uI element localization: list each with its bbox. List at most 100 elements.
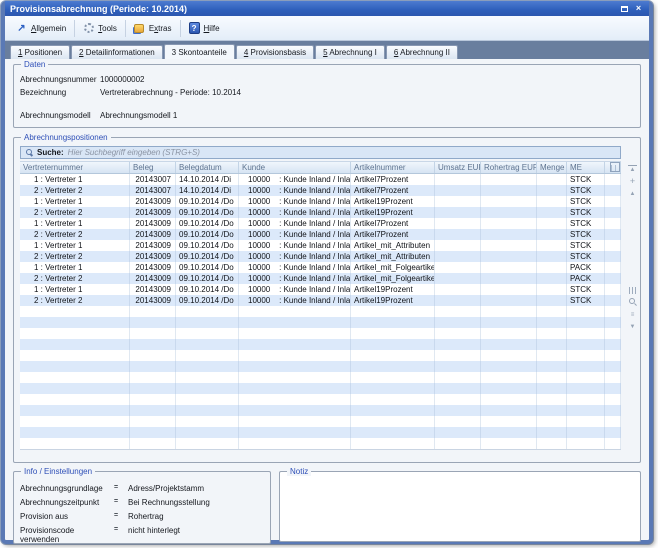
toolbar-button-icon (189, 23, 200, 34)
table-row[interactable]: 2 : Vertreter 2 20143009 09.10.2014 /Do … (20, 229, 621, 240)
positionen-group: Abrechnungspositionen Suche: Vertreternu… (13, 137, 641, 463)
table-row[interactable] (20, 339, 621, 350)
info-row: Abrechnungszeitpunkt = Bei Rechnungsstel… (20, 498, 264, 507)
tab[interactable]: 2 Detailinformationen (71, 45, 163, 59)
table-row[interactable] (20, 383, 621, 394)
info-label: Abrechnungszeitpunkt (20, 498, 114, 507)
main-toolbar: Allgemein Tools Extras Hilfe (5, 16, 649, 41)
table-row[interactable] (20, 405, 621, 416)
column-header[interactable]: ME (567, 162, 605, 173)
table-row[interactable] (20, 372, 621, 383)
restore-button[interactable] (619, 4, 630, 14)
table-row[interactable]: 2 : Vertreter 2 20143009 09.10.2014 /Do … (20, 207, 621, 218)
column-header[interactable]: Menge (537, 162, 567, 173)
table-row[interactable] (20, 394, 621, 405)
table-row[interactable]: 1 : Vertreter 1 20143009 09.10.2014 /Do … (20, 240, 621, 251)
table-header-row: VertreternummerBelegBelegdatumKundeArtik… (20, 161, 621, 174)
abrechnungsnummer-value: 1000000002 (100, 75, 145, 84)
toolbar-button[interactable]: Extras (125, 20, 180, 37)
table-row[interactable] (20, 361, 621, 372)
table-row[interactable] (20, 427, 621, 438)
tab[interactable]: 3 Skontoanteile (164, 44, 235, 59)
info-value: Adress/Projektstamm (128, 484, 264, 493)
tab[interactable]: 4 Provisionsbasis (236, 45, 314, 59)
table-row[interactable]: 2 : Vertreter 2 20143007 14.10.2014 /Di … (20, 185, 621, 196)
field-abrechnungsmodell: Abrechnungsmodell Abrechnungsmodell 1 (20, 111, 634, 120)
daten-group: Daten Abrechnungsnummer 1000000002 Bezei… (13, 64, 641, 128)
info-value: Rohertrag (128, 512, 264, 521)
restore-icon (621, 6, 628, 12)
toolbar-button-label: Tools (98, 24, 117, 33)
info-label: Provision aus (20, 512, 114, 521)
info-value: nicht hinterlegt (128, 526, 264, 544)
equals-sign: = (114, 512, 128, 521)
toolbar-button[interactable]: Hilfe (180, 20, 228, 37)
table-row[interactable]: 2 : Vertreter 2 20143009 09.10.2014 /Do … (20, 251, 621, 262)
table-row[interactable]: 1 : Vertreter 1 20143007 14.10.2014 /Di … (20, 174, 621, 185)
filter-icon[interactable]: ▼ (628, 322, 637, 331)
table-row[interactable] (20, 328, 621, 339)
info-row: Abrechnungsgrundlage = Adress/Projektsta… (20, 484, 264, 493)
search-input[interactable] (68, 148, 616, 157)
column-chooser-icon[interactable] (610, 162, 620, 172)
column-header[interactable]: Artikelnummer (351, 162, 435, 173)
scroll-up-icon[interactable]: ▲ (628, 189, 637, 198)
window-title: Provisionsabrechnung (Periode: 10.2014) (10, 4, 187, 14)
column-header[interactable]: Belegdatum (176, 162, 239, 173)
bezeichnung-value: Vertreterabrechnung - Periode: 10.2014 (100, 88, 241, 97)
toolbar-button[interactable]: Tools (74, 20, 125, 37)
notiz-input[interactable] (280, 472, 640, 541)
info-label: Provisionscode verwenden (20, 526, 114, 544)
tab[interactable]: 6 Abrechnung II (386, 45, 458, 59)
expand-icon[interactable]: + (628, 177, 637, 186)
sort-list-icon[interactable]: ≡ (628, 310, 637, 319)
info-label: Abrechnungsgrundlage (20, 484, 114, 493)
search-label: Suche: (37, 148, 64, 157)
info-value: Bei Rechnungsstellung (128, 498, 264, 507)
table-row[interactable]: 1 : Vertreter 1 20143009 09.10.2014 /Do … (20, 196, 621, 207)
table-row[interactable] (20, 416, 621, 427)
content-area: Daten Abrechnungsnummer 1000000002 Bezei… (5, 59, 649, 544)
tab-strip: 1 Positionen 2 Detailinformationen 3 Sko… (5, 41, 649, 59)
table-row[interactable] (20, 350, 621, 361)
table-row[interactable]: 2 : Vertreter 2 20143009 09.10.2014 /Do … (20, 295, 621, 306)
columns-view-icon[interactable] (628, 286, 637, 295)
table-side-controls: ▲ + ▲ ≡ ▼ (627, 165, 638, 334)
table-row[interactable] (20, 438, 621, 449)
column-header[interactable]: Beleg (130, 162, 176, 173)
info-rows: Abrechnungsgrundlage = Adress/Projektsta… (20, 484, 264, 544)
app-window: Provisionsabrechnung (Periode: 10.2014) … (1, 1, 653, 544)
info-legend: Info / Einstellungen (21, 467, 95, 476)
scroll-to-top-icon[interactable]: ▲ (628, 165, 637, 174)
table-row[interactable]: 1 : Vertreter 1 20143009 09.10.2014 /Do … (20, 262, 621, 273)
notiz-legend: Notiz (287, 467, 311, 476)
column-header[interactable]: Vertreternummer (20, 162, 130, 173)
toolbar-button-icon (16, 23, 27, 34)
column-header[interactable]: Rohertrag EUR (481, 162, 537, 173)
table-body: 1 : Vertreter 1 20143007 14.10.2014 /Di … (20, 174, 621, 449)
table-row[interactable] (20, 317, 621, 328)
search-icon (25, 149, 33, 157)
bottom-section: Info / Einstellungen Abrechnungsgrundlag… (13, 471, 641, 544)
field-abrechnungsnummer: Abrechnungsnummer 1000000002 (20, 75, 634, 84)
tab[interactable]: 1 Positionen (10, 45, 70, 59)
title-bar[interactable]: Provisionsabrechnung (Periode: 10.2014) … (5, 1, 649, 16)
table-row[interactable]: 1 : Vertreter 1 20143009 09.10.2014 /Do … (20, 284, 621, 295)
info-row: Provision aus = Rohertrag (20, 512, 264, 521)
toolbar-button-icon (83, 23, 94, 34)
table-row[interactable]: 2 : Vertreter 2 20143009 09.10.2014 /Do … (20, 273, 621, 284)
column-header[interactable]: Umsatz EUR (435, 162, 481, 173)
daten-legend: Daten (21, 60, 48, 69)
table-row[interactable]: 1 : Vertreter 1 20143009 09.10.2014 /Do … (20, 218, 621, 229)
tab[interactable]: 5 Abrechnung I (315, 45, 385, 59)
zoom-icon[interactable] (628, 298, 637, 307)
search-bar[interactable]: Suche: (20, 146, 621, 159)
close-button[interactable]: × (633, 4, 644, 14)
equals-sign: = (114, 484, 128, 493)
positionen-legend: Abrechnungspositionen (21, 133, 111, 142)
toolbar-button-icon (134, 23, 145, 34)
toolbar-button[interactable]: Allgemein (8, 20, 74, 37)
info-row: Provisionscode verwenden = nicht hinterl… (20, 526, 264, 544)
column-header[interactable]: Kunde (239, 162, 351, 173)
table-row[interactable] (20, 306, 621, 317)
